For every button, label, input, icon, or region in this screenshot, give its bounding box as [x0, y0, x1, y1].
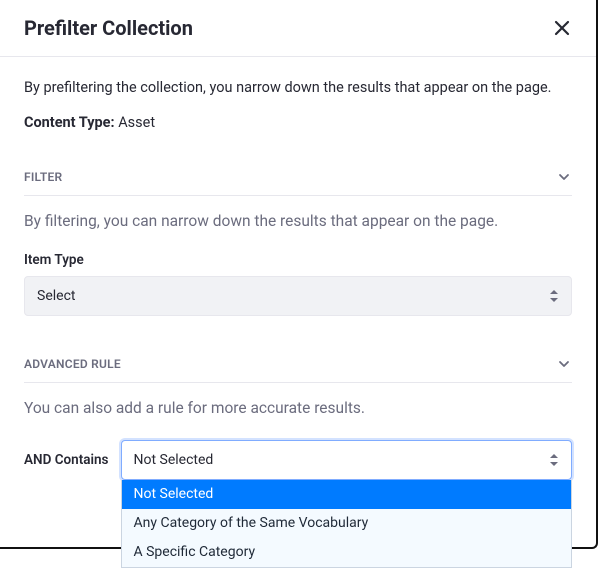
modal-header: Prefilter Collection: [0, 0, 596, 57]
chevron-down-icon: [556, 356, 572, 372]
item-type-label: Item Type: [24, 252, 572, 268]
rule-prefix-label: AND Contains: [24, 452, 109, 468]
advanced-section-label: ADVANCED RULE: [24, 357, 121, 371]
filter-description: By filtering, you can narrow down the re…: [24, 210, 572, 232]
modal-body: By prefiltering the collection, you narr…: [0, 57, 596, 504]
close-button[interactable]: [552, 18, 572, 38]
sort-caret-icon: [549, 290, 559, 302]
rule-option[interactable]: Any Category of the Same Vocabulary: [122, 509, 572, 538]
item-type-select-wrap: Select: [24, 276, 572, 316]
rule-option[interactable]: Not Selected: [122, 480, 572, 509]
item-type-selected-value: Select: [37, 288, 75, 304]
filter-section-label: FILTER: [24, 170, 62, 184]
content-type-label: Content Type:: [24, 114, 115, 131]
rule-option[interactable]: A Specific Category: [122, 538, 572, 567]
content-type-value: Asset: [118, 114, 155, 131]
content-type-row: Content Type: Asset: [24, 114, 572, 131]
modal-title: Prefilter Collection: [24, 16, 193, 40]
filter-section-header[interactable]: FILTER: [24, 159, 572, 196]
rule-dropdown: Not Selected Any Category of the Same Vo…: [121, 480, 573, 568]
sort-caret-icon: [549, 454, 559, 466]
rule-selected-value: Not Selected: [134, 452, 214, 468]
chevron-down-icon: [556, 169, 572, 185]
rule-row: AND Contains Not Selected Not Selected A…: [24, 440, 572, 480]
item-type-select[interactable]: Select: [24, 276, 572, 316]
advanced-section-header[interactable]: ADVANCED RULE: [24, 346, 572, 383]
prefilter-modal: Prefilter Collection By prefiltering the…: [0, 0, 598, 549]
advanced-description: You can also add a rule for more accurat…: [24, 397, 572, 419]
close-icon: [553, 19, 571, 37]
rule-select-wrap: Not Selected Not Selected Any Category o…: [121, 440, 573, 480]
rule-select[interactable]: Not Selected: [121, 440, 573, 480]
intro-description: By prefiltering the collection, you narr…: [24, 77, 572, 98]
